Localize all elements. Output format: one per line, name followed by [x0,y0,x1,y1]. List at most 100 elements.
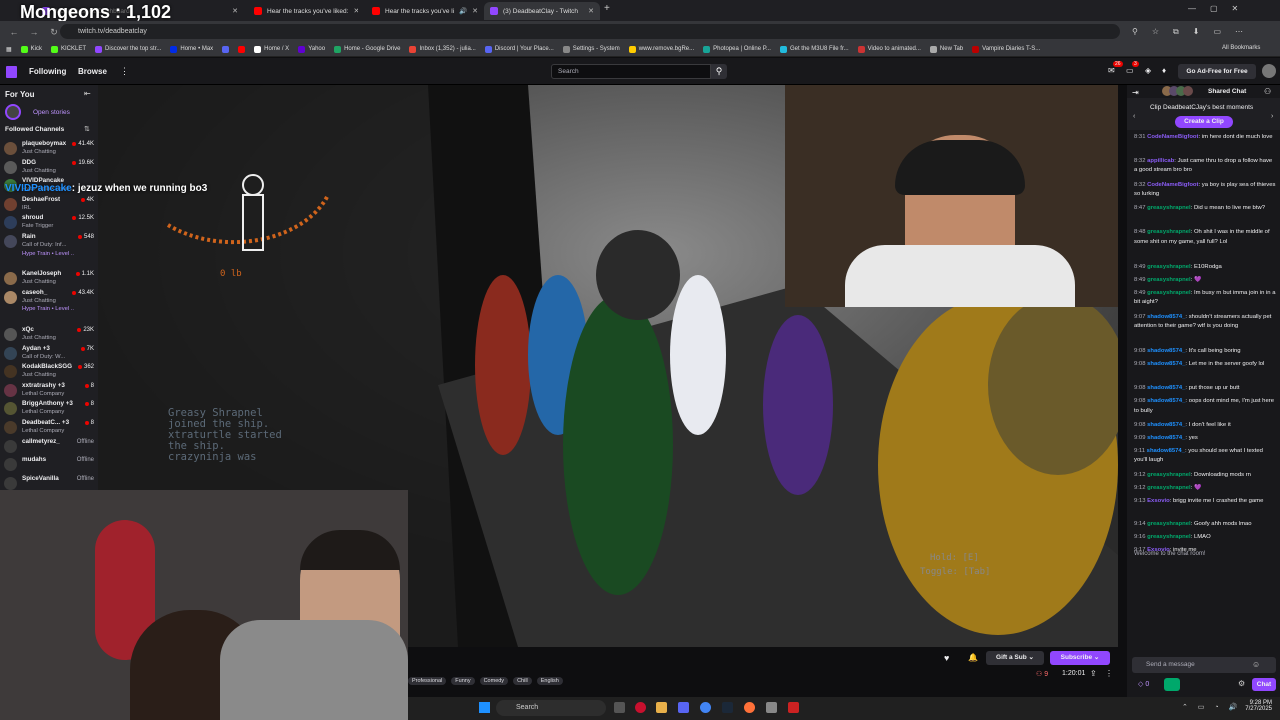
search-input[interactable]: Search [551,64,711,79]
browse-link[interactable]: Browse [78,67,107,76]
channel-points-icon[interactable]: ◇ 0 [1138,680,1149,688]
bookmark-item[interactable]: Video to animated... [857,45,921,53]
settings-icon[interactable]: ⚙ [1238,679,1245,688]
bookmark-item[interactable]: Discover the top str... [95,45,161,53]
all-bookmarks[interactable]: All Bookmarks [1222,45,1260,51]
chat-username[interactable]: shadow8574_ [1147,361,1185,367]
collapse-chat-icon[interactable]: ⇥ [1132,88,1139,97]
chat-username[interactable]: shadow8574_ [1147,314,1185,320]
stories-avatar[interactable] [5,104,21,120]
sidebar-channel[interactable]: plaqueboymax Just Chatting 41.4K [0,139,98,159]
subscribe-button[interactable]: Subscribe ⌄ [1050,651,1110,665]
taskbar-search[interactable]: Search [496,700,606,716]
url-input[interactable]: twitch.tv/deadbeatclay [60,24,1120,39]
sidebar-channel[interactable]: KodakBlackSGG Just Chatting 362 [0,362,98,382]
close-icon[interactable]: ✕ [232,7,238,15]
bookmark-item[interactable]: Home - Google Drive [334,45,400,53]
bell-icon[interactable]: 🔔 [968,653,978,662]
sidebar-channel[interactable]: Aydan +3 Call of Duty: W... 7K [0,344,98,364]
create-clip-button[interactable]: Create a Clip [1175,116,1233,128]
bookmark-item[interactable] [238,45,246,53]
sidebar-channel[interactable]: mudahs Offline [0,455,98,475]
windows-start-icon[interactable] [479,702,490,713]
task-view-icon[interactable] [614,702,625,713]
window-controls[interactable]: —▢✕ [1188,4,1252,13]
close-icon[interactable]: ✕ [588,7,594,15]
browser-tab-2[interactable]: Hear the tracks you've liked: o 🔊 ✕ [366,2,484,20]
avatar[interactable] [1262,64,1276,78]
chat-username[interactable]: shadow8574_ [1147,422,1185,428]
back-icon[interactable]: ← [8,26,20,38]
sidebar-channel[interactable]: xQc Just Chatting 23K [0,325,98,345]
firefox-icon[interactable] [744,702,755,713]
chat-username[interactable]: greasyshrapnel [1147,290,1191,296]
chat-username[interactable]: shadow8574_ [1147,385,1185,391]
chat-username[interactable]: greasyshrapnel [1147,534,1191,540]
bookmark-item[interactable]: New Tab [929,45,963,53]
sort-icon[interactable]: ⇅ [84,125,90,133]
speaker-icon[interactable]: 🔊 [459,7,467,15]
heart-icon[interactable]: ♥ [944,653,949,663]
emote-icon[interactable]: ☺ [1252,660,1260,669]
bookmark-item[interactable]: www.remove.bgRe... [628,45,694,53]
more-options-icon[interactable]: ⋮ [1105,669,1113,678]
notifications-icon[interactable]: ✉ [1108,66,1115,75]
bookmark-item[interactable]: Discord | Your Place... [484,45,554,53]
chevron-left-icon[interactable]: ‹ [1133,113,1135,120]
sidebar-channel[interactable]: caseoh_ Just Chatting 43.4K [0,288,98,308]
bookmark-item[interactable]: Inbox (1,352) - julia... [409,45,476,53]
crown-icon[interactable]: ♦ [1162,66,1166,75]
sidebar-channel[interactable]: xxtratrashy +3 Lethal Company 8 [0,381,98,401]
chat-username[interactable]: greasyshrapnel [1147,521,1191,527]
chat-username[interactable]: Exsovio [1147,498,1170,504]
new-tab-button[interactable]: + [604,3,610,14]
obs-icon[interactable] [788,702,799,713]
sidebar-channel[interactable]: Rain Call of Duty: Inf... 548 [0,232,98,252]
bookmark-item[interactable] [222,45,230,53]
bookmark-item[interactable]: Settings - System [562,45,620,53]
chat-username[interactable]: CodeNameBigfoot [1147,134,1198,140]
following-link[interactable]: Following [29,67,66,76]
bookmark-item[interactable]: Photopea | Online P... [703,45,771,53]
chrome-icon[interactable] [700,702,711,713]
sidebar-channel[interactable]: callmetyrez_ Offline [0,437,98,457]
forward-icon[interactable]: → [28,26,40,38]
chat-username[interactable]: CodeNameBigfoot [1147,182,1198,188]
sidebar-channel[interactable]: BriggAnthony +3 Lethal Company 8 [0,399,98,419]
chat-username[interactable]: greasyshrapnel [1147,205,1191,211]
chat-username[interactable]: greasyshrapnel [1147,485,1191,491]
chat-username[interactable]: shadow8574_ [1147,398,1185,404]
close-icon[interactable]: ✕ [472,7,478,15]
tag-pill[interactable]: Professional [408,677,447,685]
bookmark-item[interactable]: Kick [20,45,42,53]
sidebar-channel[interactable]: DeshaeFrost IRL 4K [0,195,98,215]
sidebar-channel[interactable]: DeadbeatC... +3 Lethal Company 8 [0,418,98,438]
sidebar-channel[interactable]: DDG Just Chatting 19.6K [0,158,98,178]
whispers-icon[interactable]: ▭ [1126,66,1134,75]
browser-tab-1[interactable]: Hear the tracks you've liked: ✕ [248,2,358,20]
chat-username[interactable]: appillicab [1147,158,1174,164]
gift-sub-button[interactable]: Gift a Sub ⌄ [986,651,1044,665]
close-icon[interactable]: ✕ [353,7,358,15]
steam-icon[interactable] [722,702,733,713]
ad-free-button[interactable]: Go Ad-Free for Free [1178,64,1256,79]
system-tray[interactable]: ⌃ ▭ ◔ 🔊 [1182,703,1241,711]
search-icon[interactable]: ⚲ [711,64,727,79]
settings-app-icon[interactable] [766,702,777,713]
tag-pill[interactable]: Chill [513,677,532,685]
bits-icon[interactable]: ◈ [1145,66,1151,75]
sidebar-channel[interactable]: KanelJoseph Just Chatting 1.1K [0,269,98,289]
sidebar-channel[interactable]: Hype Train • Level ... [0,251,98,271]
opera-icon[interactable] [635,702,646,713]
bookmark-item[interactable]: Vampire Diaries T-S... [972,45,1040,53]
discord-icon[interactable] [678,702,689,713]
apps-icon[interactable]: ▦ [6,46,12,53]
bookmark-item[interactable]: Get the M3U8 File fr... [779,45,849,53]
chat-username[interactable]: shadow8574_ [1147,348,1185,354]
bookmark-item[interactable]: Home • Max [170,45,213,53]
users-icon[interactable]: ⚇ [1264,87,1271,96]
file-explorer-icon[interactable] [656,702,667,713]
browser-toolbar-icons[interactable]: ⚲☆⧉⬇▭⋯ [1132,27,1257,37]
sidebar-channel[interactable]: shroud Fate Trigger 12.5K [0,213,98,233]
collapse-sidebar-icon[interactable]: ⇤ [84,89,91,98]
